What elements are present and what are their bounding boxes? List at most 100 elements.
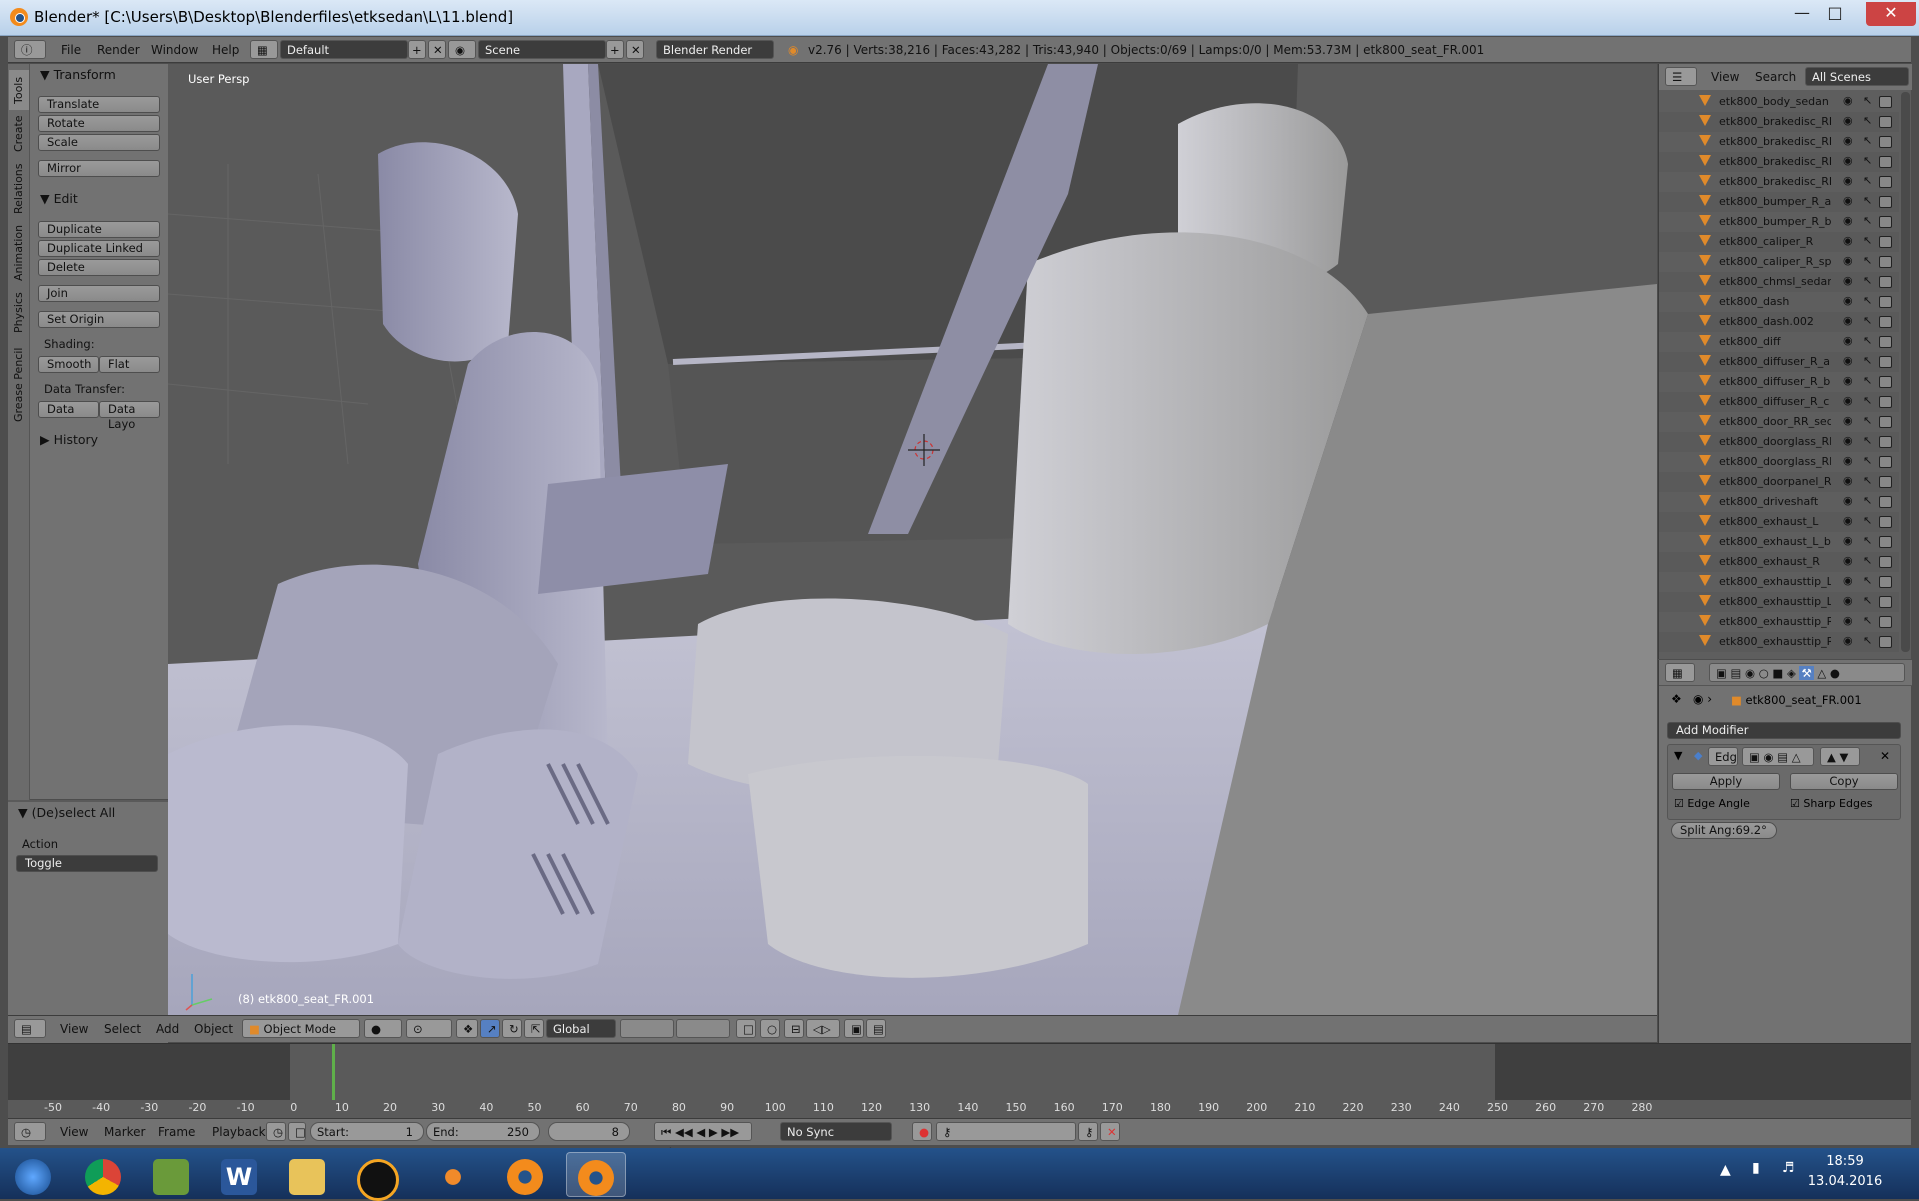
start-frame-field[interactable]: Start: 1 bbox=[310, 1122, 424, 1141]
visibility-eye-icon[interactable]: ◉ bbox=[1843, 194, 1853, 207]
outliner-item[interactable]: etk800_brakedisc_RL ◉ ↖ bbox=[1659, 112, 1899, 132]
render-camera-icon[interactable] bbox=[1879, 376, 1892, 388]
outliner-scope-select[interactable]: All Scenes bbox=[1805, 67, 1909, 86]
selectable-arrow-icon[interactable]: ↖ bbox=[1863, 254, 1872, 267]
selectable-arrow-icon[interactable]: ↖ bbox=[1863, 454, 1872, 467]
outliner-item[interactable]: etk800_diffuser_R_a ◉ ↖ bbox=[1659, 352, 1899, 372]
visibility-eye-icon[interactable]: ◉ bbox=[1843, 514, 1853, 527]
delete-screen-icon[interactable]: ✕ bbox=[428, 40, 446, 59]
outliner-item[interactable]: etk800_door_RR_sedar ◉ ↖ bbox=[1659, 412, 1899, 432]
edge-angle-checkbox[interactable]: ☑ Edge Angle bbox=[1674, 797, 1750, 810]
sharp-edges-checkbox[interactable]: ☑ Sharp Edges bbox=[1790, 797, 1872, 810]
layers-a-grid-icon[interactable] bbox=[620, 1019, 674, 1038]
blender-icon[interactable] bbox=[496, 1152, 554, 1195]
render-camera-icon[interactable] bbox=[1879, 176, 1892, 188]
flat-button[interactable]: Flat bbox=[99, 356, 160, 373]
add-screen-icon[interactable]: + bbox=[408, 40, 426, 59]
outliner-item[interactable]: etk800_dash ◉ ↖ bbox=[1659, 292, 1899, 312]
outliner-item[interactable]: etk800_exhausttip_R_b ◉ ↖ bbox=[1659, 632, 1899, 652]
edit-panel-header[interactable]: ▼ Edit bbox=[40, 191, 78, 206]
selectable-arrow-icon[interactable]: ↖ bbox=[1863, 494, 1872, 507]
selectable-arrow-icon[interactable]: ↖ bbox=[1863, 274, 1872, 287]
insert-keyframe-icon[interactable]: ⚷ bbox=[1078, 1122, 1098, 1141]
outliner-item[interactable]: etk800_exhausttip_R_a ◉ ↖ bbox=[1659, 612, 1899, 632]
outliner-item[interactable]: etk800_brakedisc_RL_ ◉ ↖ bbox=[1659, 132, 1899, 152]
selectable-arrow-icon[interactable]: ↖ bbox=[1863, 574, 1872, 587]
app-icon[interactable] bbox=[142, 1152, 200, 1195]
menu-help[interactable]: Help bbox=[212, 43, 239, 57]
outliner-item[interactable]: etk800_exhaust_L_b ◉ ↖ bbox=[1659, 532, 1899, 552]
selectable-arrow-icon[interactable]: ↖ bbox=[1863, 354, 1872, 367]
selectable-arrow-icon[interactable]: ↖ bbox=[1863, 134, 1872, 147]
split-angle-field[interactable]: Split Ang:69.2° bbox=[1671, 822, 1777, 839]
visibility-eye-icon[interactable]: ◉ bbox=[1843, 174, 1853, 187]
menu-render[interactable]: Render bbox=[97, 43, 140, 57]
word-icon[interactable]: W bbox=[210, 1152, 268, 1195]
operator-panel-header[interactable]: ▼ (De)select All bbox=[18, 805, 115, 820]
outliner-item[interactable]: etk800_diff ◉ ↖ bbox=[1659, 332, 1899, 352]
visibility-eye-icon[interactable]: ◉ bbox=[1843, 94, 1853, 107]
set-origin-select[interactable]: Set Origin bbox=[38, 311, 160, 328]
render-camera-icon[interactable] bbox=[1879, 316, 1892, 328]
menu-add[interactable]: Add bbox=[156, 1022, 179, 1036]
duplicate-linked-button[interactable]: Duplicate Linked bbox=[38, 240, 160, 257]
outliner-item[interactable]: etk800_exhausttip_L_b ◉ ↖ bbox=[1659, 592, 1899, 612]
editor-type-info-icon[interactable]: ⓘ bbox=[14, 40, 46, 59]
menu-window[interactable]: Window bbox=[151, 43, 198, 57]
menu-view[interactable]: View bbox=[60, 1022, 88, 1036]
selectable-arrow-icon[interactable]: ↖ bbox=[1863, 474, 1872, 487]
selectable-arrow-icon[interactable]: ↖ bbox=[1863, 234, 1872, 247]
menu-object[interactable]: Object bbox=[194, 1022, 233, 1036]
render-camera-icon[interactable] bbox=[1879, 456, 1892, 468]
timeline-menu-view[interactable]: View bbox=[60, 1125, 88, 1139]
timeline-menu-playback[interactable]: Playback bbox=[212, 1125, 266, 1139]
render-camera-icon[interactable] bbox=[1879, 116, 1892, 128]
selectable-arrow-icon[interactable]: ↖ bbox=[1863, 374, 1872, 387]
opengl-render-icon[interactable]: ▣ bbox=[844, 1019, 864, 1038]
selectable-arrow-icon[interactable]: ↖ bbox=[1863, 174, 1872, 187]
visibility-eye-icon[interactable]: ◉ bbox=[1843, 614, 1853, 627]
opengl-anim-icon[interactable]: ▤ bbox=[866, 1019, 886, 1038]
render-camera-icon[interactable] bbox=[1879, 216, 1892, 228]
visibility-eye-icon[interactable]: ◉ bbox=[1843, 554, 1853, 567]
collapse-icon[interactable]: ▼ bbox=[1674, 749, 1682, 762]
chrome-icon[interactable] bbox=[74, 1152, 132, 1195]
apply-button[interactable]: Apply bbox=[1672, 773, 1780, 790]
outliner-item[interactable]: etk800_exhaust_R ◉ ↖ bbox=[1659, 552, 1899, 572]
render-camera-icon[interactable] bbox=[1879, 556, 1892, 568]
snap-toggle-icon[interactable]: ⊟ bbox=[784, 1019, 804, 1038]
visibility-eye-icon[interactable]: ◉ bbox=[1843, 214, 1853, 227]
copy-button[interactable]: Copy bbox=[1790, 773, 1898, 790]
render-camera-icon[interactable] bbox=[1879, 536, 1892, 548]
scene-field[interactable]: Scene bbox=[478, 40, 606, 59]
visibility-eye-icon[interactable]: ◉ bbox=[1843, 334, 1853, 347]
current-frame-field[interactable]: 8 bbox=[548, 1122, 630, 1141]
visibility-eye-icon[interactable]: ◉ bbox=[1843, 314, 1853, 327]
outliner-item[interactable]: etk800_bumper_R_b ◉ ↖ bbox=[1659, 212, 1899, 232]
outliner-item[interactable]: etk800_caliper_R ◉ ↖ bbox=[1659, 232, 1899, 252]
render-camera-icon[interactable] bbox=[1879, 396, 1892, 408]
outliner-view-menu[interactable]: View bbox=[1711, 70, 1739, 84]
visibility-eye-icon[interactable]: ◉ bbox=[1843, 474, 1853, 487]
render-camera-icon[interactable] bbox=[1879, 196, 1892, 208]
proportional-edit-icon[interactable]: ○ bbox=[760, 1019, 780, 1038]
rotate-manipulator-icon[interactable]: ↻ bbox=[502, 1019, 522, 1038]
timeline-menu-frame[interactable]: Frame bbox=[158, 1125, 195, 1139]
outliner-list[interactable]: etk800_body_sedan ◉ ↖ etk800_brakedisc_RL ◉ ↖… bbox=[1659, 92, 1899, 656]
delete-scene-icon[interactable]: ✕ bbox=[626, 40, 644, 59]
tab-grease-pencil[interactable]: Grease Pencil bbox=[9, 342, 29, 428]
outliner-item[interactable]: etk800_brakedisc_RR_ ◉ ↖ bbox=[1659, 172, 1899, 192]
explorer-icon[interactable] bbox=[278, 1152, 336, 1195]
selectable-arrow-icon[interactable]: ↖ bbox=[1863, 214, 1872, 227]
3d-viewport[interactable]: User Persp (8) etk800_seat_FR.001 bbox=[168, 64, 1657, 1015]
volume-icon[interactable]: ♬ bbox=[1782, 1160, 1795, 1176]
visibility-eye-icon[interactable]: ◉ bbox=[1843, 154, 1853, 167]
selectable-arrow-icon[interactable]: ↖ bbox=[1863, 394, 1872, 407]
selectable-arrow-icon[interactable]: ↖ bbox=[1863, 294, 1872, 307]
outliner-item[interactable]: etk800_doorglass_RR_ ◉ ↖ bbox=[1659, 452, 1899, 472]
tab-relations[interactable]: Relations bbox=[9, 160, 29, 218]
modifier-visibility-icons[interactable]: ▣ ◉ ▤ △ bbox=[1742, 747, 1814, 766]
selectable-arrow-icon[interactable]: ↖ bbox=[1863, 534, 1872, 547]
outliner-item[interactable]: etk800_brakedisc_RR ◉ ↖ bbox=[1659, 152, 1899, 172]
render-camera-icon[interactable] bbox=[1879, 156, 1892, 168]
